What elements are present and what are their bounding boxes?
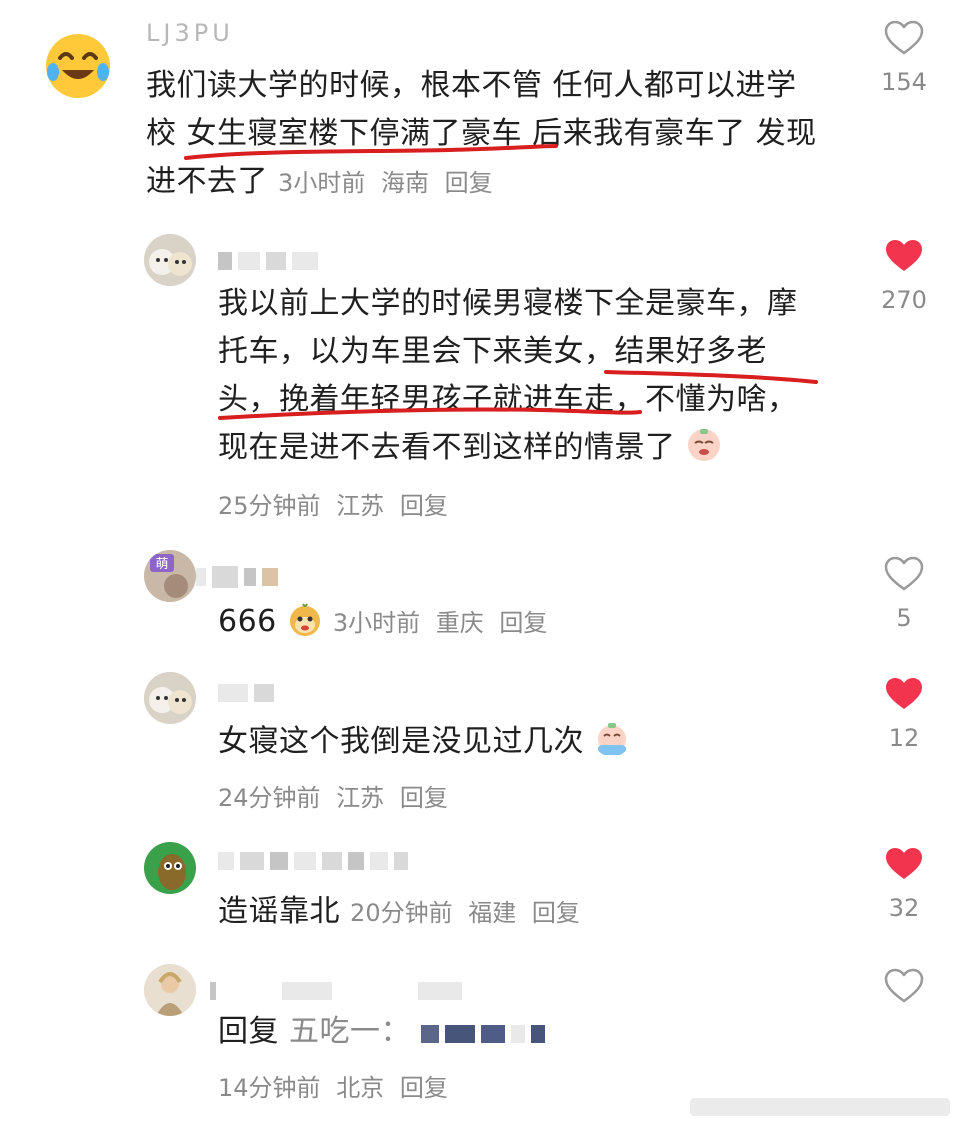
- comment-meta: 20分钟前 福建 回复: [350, 899, 580, 927]
- comment-meta: 24分钟前 江苏 回复: [218, 784, 448, 812]
- like-count: 32: [888, 894, 920, 922]
- avatar[interactable]: 萌: [144, 550, 196, 602]
- cry-emoji: [687, 429, 720, 461]
- comment-text: 我以前上大学的时候男寝楼下全是豪车，摩 托车，以为车里会下来美女，结果好多老 头…: [218, 286, 798, 465]
- heart-icon: [884, 556, 924, 591]
- reply-target-username[interactable]: [421, 1023, 546, 1045]
- like-button[interactable]: 154: [874, 20, 934, 96]
- like-count: 154: [881, 68, 927, 96]
- reply-button[interactable]: 回复: [445, 169, 493, 197]
- heart-icon: [886, 240, 922, 271]
- username[interactable]: [196, 566, 278, 588]
- avatar[interactable]: [40, 28, 116, 104]
- reply-button[interactable]: 回复: [532, 899, 580, 927]
- comment-meta: 25分钟前 江苏 回复: [218, 492, 448, 520]
- username[interactable]: [218, 250, 318, 272]
- heart-icon: [884, 968, 924, 1003]
- username[interactable]: [218, 850, 408, 872]
- like-button[interactable]: 12: [874, 676, 934, 752]
- tears-emoji: [598, 723, 627, 755]
- monkey-emoji: [289, 603, 320, 636]
- like-button[interactable]: 32: [874, 846, 934, 922]
- like-count: 5: [896, 604, 912, 632]
- username[interactable]: [218, 682, 274, 704]
- heart-icon: [886, 848, 922, 879]
- avatar-badge: 萌: [155, 557, 168, 572]
- like-count: 12: [888, 724, 920, 752]
- like-button[interactable]: [874, 968, 934, 1004]
- heart-icon: [884, 20, 924, 55]
- reply-target[interactable]: 五吃一：: [289, 1014, 411, 1049]
- comment-meta: 14分钟前 北京 回复: [218, 1074, 448, 1102]
- reply-button[interactable]: 回复: [400, 492, 448, 520]
- comment-text: 女寝这个我倒是没见过几次: [218, 718, 838, 766]
- laugh-cry-emoji: [46, 34, 110, 98]
- comment-text: 造谣靠北 20分钟前 福建 回复: [218, 888, 838, 937]
- avatar[interactable]: [144, 964, 196, 1016]
- avatar[interactable]: [144, 234, 196, 286]
- scroll-indicator: [690, 1098, 950, 1116]
- username[interactable]: LJ3PU: [146, 19, 234, 47]
- reply-button[interactable]: 回复: [400, 1074, 448, 1102]
- comment-text: 666 3小时前 重庆 回复: [218, 598, 838, 647]
- comment-list: LJ3PU 我们读大学的时候，根本不管 任何人都可以进学 校 女生寝室楼下停满了…: [0, 0, 960, 1128]
- reply-button[interactable]: 回复: [400, 784, 448, 812]
- avatar[interactable]: [144, 842, 196, 894]
- like-count: 270: [881, 286, 927, 314]
- comment-meta: 3小时前 海南 回复: [278, 169, 493, 197]
- comment-meta: 3小时前 重庆 回复: [332, 609, 548, 637]
- comment-text: 回复 五吃一：: [218, 1008, 838, 1056]
- comment-text: 我们读大学的时候，根本不管 任何人都可以进学 校 女生寝室楼下停满了豪车 后来我…: [146, 68, 817, 199]
- reply-button[interactable]: 回复: [499, 609, 547, 637]
- heart-icon: [886, 678, 922, 709]
- username[interactable]: [210, 980, 462, 1002]
- like-button[interactable]: 5: [874, 556, 934, 632]
- avatar[interactable]: [144, 672, 196, 724]
- like-button[interactable]: 270: [874, 238, 934, 314]
